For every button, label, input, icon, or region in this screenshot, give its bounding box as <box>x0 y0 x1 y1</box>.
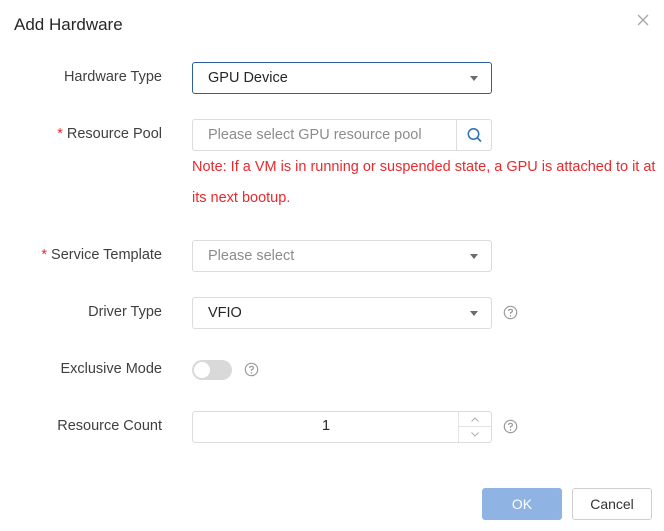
exclusive-mode-label-text: Exclusive Mode <box>60 361 162 377</box>
chevron-down-icon <box>470 76 478 81</box>
resource-pool-field <box>192 119 492 151</box>
hardware-type-value: GPU Device <box>208 70 288 86</box>
ok-button[interactable]: OK <box>482 488 562 520</box>
add-hardware-dialog: Add Hardware Hardware Type GPU Device * R… <box>0 0 664 531</box>
service-template-label-text: Service Template <box>51 247 162 263</box>
gpu-attach-note: Note: If a VM is in running or suspended… <box>192 159 656 206</box>
resource-pool-label: * Resource Pool <box>57 126 162 142</box>
increment-button[interactable] <box>459 412 491 427</box>
resource-count-label-text: Resource Count <box>57 418 162 434</box>
required-mark: * <box>57 126 63 142</box>
hardware-type-label: Hardware Type <box>64 69 162 85</box>
decrement-button[interactable] <box>459 427 491 442</box>
resource-count-value[interactable]: 1 <box>193 418 459 434</box>
hardware-type-select[interactable]: GPU Device <box>192 62 492 94</box>
driver-type-label: Driver Type <box>88 304 162 320</box>
resource-count-stepper[interactable]: 1 <box>192 411 492 443</box>
service-template-select[interactable]: Please select <box>192 240 492 272</box>
service-template-label: * Service Template <box>41 247 162 263</box>
resource-pool-input[interactable] <box>193 120 457 150</box>
exclusive-mode-label: Exclusive Mode <box>60 361 162 377</box>
resource-count-label: Resource Count <box>57 418 162 434</box>
search-icon[interactable] <box>456 120 491 150</box>
resource-pool-label-text: Resource Pool <box>66 126 162 142</box>
driver-type-value: VFIO <box>208 305 242 321</box>
driver-type-select[interactable]: VFIO <box>192 297 492 329</box>
help-icon[interactable] <box>244 362 259 377</box>
service-template-placeholder: Please select <box>208 248 295 264</box>
close-icon[interactable] <box>634 11 652 29</box>
chevron-down-icon <box>470 311 478 316</box>
help-icon[interactable] <box>503 419 518 434</box>
driver-type-label-text: Driver Type <box>88 304 162 320</box>
chevron-down-icon <box>470 254 478 259</box>
hardware-type-label-text: Hardware Type <box>63 69 162 85</box>
required-mark: * <box>41 247 48 263</box>
dialog-title: Add Hardware <box>14 15 123 34</box>
help-icon[interactable] <box>503 305 518 320</box>
toggle-knob <box>194 362 210 378</box>
exclusive-mode-toggle[interactable] <box>192 360 232 380</box>
cancel-button[interactable]: Cancel <box>572 488 652 520</box>
stepper-controls <box>458 412 491 442</box>
